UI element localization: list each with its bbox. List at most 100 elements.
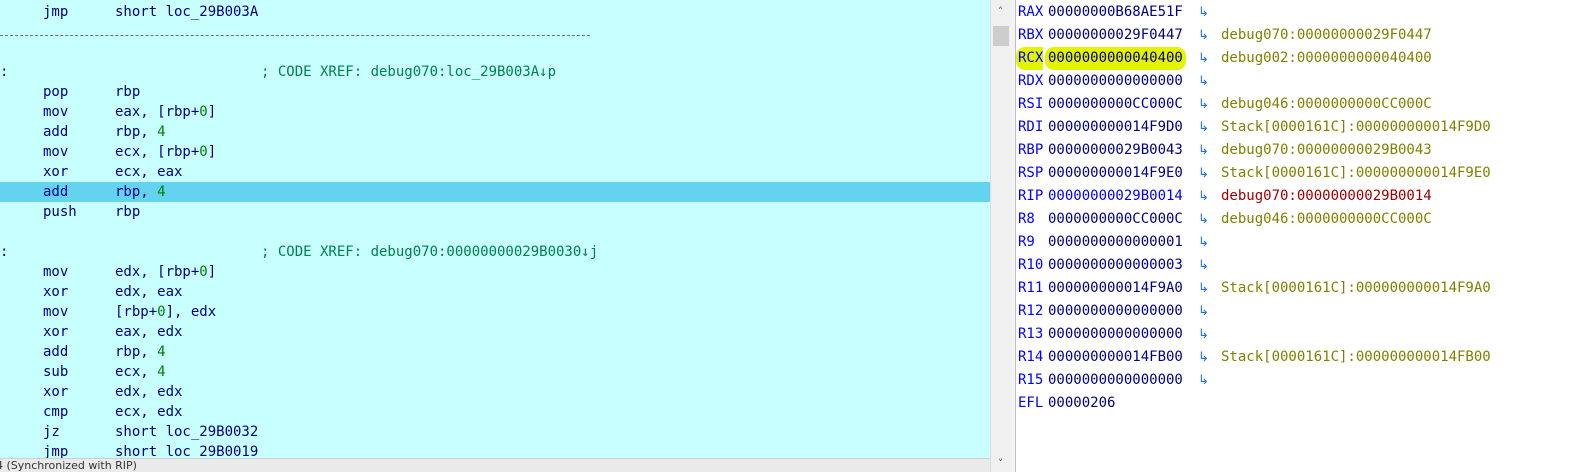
jump-arrow-icon[interactable]: ↳ [1198,277,1209,300]
disassembly-view[interactable]: jmp short loc_29B003A: ; CODE XREF: debug0… [0,0,990,472]
register-value[interactable]: 000000000014F9A0 [1048,277,1183,300]
jump-arrow-icon[interactable]: ↳ [1198,1,1209,24]
instruction-mnemonic[interactable]: xor [43,322,68,342]
scroll-down-icon[interactable]: ˅ [991,455,1010,472]
instruction-mnemonic[interactable]: sub [43,362,68,382]
register-reference[interactable]: Stack[0000161C]:000000000014F9E0 [1221,162,1491,185]
instruction-line[interactable]: cmp ecx, edx [0,402,990,422]
instruction-operand[interactable]: [rbp+0], edx [115,302,216,322]
jump-arrow-icon[interactable]: ↳ [1198,70,1209,93]
register-value[interactable]: 000000000014F9E0 [1048,162,1183,185]
register-value[interactable]: 0000000000000000 [1048,369,1183,392]
jump-arrow-icon[interactable]: ↳ [1198,24,1209,47]
instruction-operand[interactable]: edx, edx [115,382,182,402]
instruction-mnemonic[interactable]: add [43,122,68,142]
register-value[interactable]: 00000000029B0043 [1048,139,1183,162]
instruction-operand[interactable]: edx, [rbp+0] [115,262,216,282]
jump-arrow-icon[interactable]: ↳ [1198,254,1209,277]
disassembly-listing[interactable]: jmp short loc_29B003A: ; CODE XREF: debug0… [0,2,990,462]
instruction-mnemonic[interactable]: xor [43,382,68,402]
instruction-operand[interactable]: ecx, edx [115,402,182,422]
jump-arrow-icon[interactable]: ↳ [1198,93,1209,116]
instruction-line[interactable]: jz short loc_29B0032 [0,422,990,442]
scrollbar-thumb[interactable] [993,26,1009,46]
register-value[interactable]: 00000206 [1048,392,1115,415]
jump-arrow-icon[interactable]: ↳ [1198,346,1209,369]
instruction-operand[interactable]: ecx, [rbp+0] [115,142,216,162]
register-value[interactable]: 000000000014FB00 [1048,346,1183,369]
jump-arrow-icon[interactable]: ↳ [1198,139,1209,162]
instruction-mnemonic[interactable]: xor [43,282,68,302]
instruction-operand[interactable]: short loc_29B0032 [115,422,258,442]
register-row-efl[interactable]: EFL 00000206 [1016,392,1570,415]
instruction-line[interactable]: mov ecx, [rbp+0] [0,142,990,162]
register-value[interactable]: 00000000029B0014 [1048,185,1183,208]
instruction-line[interactable]: sub ecx, 4 [0,362,990,382]
instruction-line[interactable]: mov edx, [rbp+0] [0,262,990,282]
instruction-operand[interactable]: rbp, 4 [115,342,166,362]
instruction-mnemonic[interactable]: add [43,342,68,362]
register-reference[interactable]: Stack[0000161C]:000000000014F9A0 [1221,277,1491,300]
instruction-mnemonic[interactable]: xor [43,162,68,182]
disassembly-vertical-scrollbar[interactable]: ˄ ˅ [990,0,1010,472]
instruction-line[interactable]: xor ecx, eax [0,162,990,182]
register-reference[interactable]: debug046:0000000000CC000C [1221,93,1432,116]
instruction-line[interactable]: add rbp, 4 [0,182,990,202]
instruction-mnemonic[interactable]: add [43,182,68,202]
instruction-line[interactable]: xor edx, eax [0,282,990,302]
jump-arrow-icon[interactable]: ↳ [1198,369,1209,392]
xref-comment[interactable]: ; CODE XREF: debug070:00000000029B0030↓j [261,242,598,262]
instruction-operand[interactable]: eax, edx [115,322,182,342]
register-row-r14[interactable]: R14 000000000014FB00 ↳ Stack[0000161C]:0000… [1016,346,1570,369]
xref-comment[interactable]: ; CODE XREF: debug070:loc_29B003A↓p [261,62,556,82]
instruction-mnemonic[interactable]: push [43,202,77,222]
register-reference[interactable]: debug070:00000000029F0447 [1221,24,1432,47]
register-value[interactable]: 000000000014F9D0 [1048,116,1183,139]
register-row-rbx[interactable]: RBX 00000000029F0447 ↳ debug070:00000000029… [1016,24,1570,47]
jump-arrow-icon[interactable]: ↳ [1198,47,1209,70]
register-value[interactable]: 0000000000CC000C [1048,93,1183,116]
register-row-r8[interactable]: R8 0000000000CC000C ↳ debug046:0000000000CC… [1016,208,1570,231]
register-value[interactable]: 0000000000000000 [1048,70,1183,93]
register-reference[interactable]: debug046:0000000000CC000C [1221,208,1432,231]
instruction-line[interactable]: add rbp, 4 [0,122,990,142]
register-value[interactable]: 0000000000040400 [1045,47,1186,70]
register-reference[interactable]: debug070:00000000029B0043 [1221,139,1432,162]
instruction-operand[interactable]: short loc_29B003A [115,2,258,22]
instruction-operand[interactable]: edx, eax [115,282,182,302]
register-reference[interactable]: Stack[0000161C]:000000000014FB00 [1221,346,1491,369]
jump-arrow-icon[interactable]: ↳ [1198,231,1209,254]
instruction-mnemonic[interactable]: jmp [43,2,68,22]
instruction-operand[interactable]: rbp, 4 [115,122,166,142]
instruction-operand[interactable]: rbp [115,202,140,222]
instruction-operand[interactable]: ecx, 4 [115,362,166,382]
instruction-operand[interactable]: rbp, 4 [115,182,166,202]
register-row-r9[interactable]: R9 0000000000000001 ↳ [1016,231,1570,254]
register-row-rip[interactable]: RIP 00000000029B0014 ↳ debug070:00000000029… [1016,185,1570,208]
instruction-operand[interactable]: rbp [115,82,140,102]
register-row-rsp[interactable]: RSP 000000000014F9E0 ↳ Stack[0000161C]:0000… [1016,162,1570,185]
instruction-mnemonic[interactable]: mov [43,142,68,162]
jump-arrow-icon[interactable]: ↳ [1198,185,1209,208]
register-value[interactable]: 0000000000000001 [1048,231,1183,254]
register-row-r12[interactable]: R12 0000000000000000 ↳ [1016,300,1570,323]
jump-arrow-icon[interactable]: ↳ [1198,116,1209,139]
instruction-mnemonic[interactable]: cmp [43,402,68,422]
register-value[interactable]: 00000000B68AE51F [1048,1,1183,24]
register-row-rax[interactable]: RAX 00000000B68AE51F ↳ [1016,1,1570,24]
register-reference[interactable]: debug070:00000000029B0014 [1221,185,1432,208]
register-row-rdx[interactable]: RDX 0000000000000000 ↳ [1016,70,1570,93]
register-reference[interactable]: Stack[0000161C]:000000000014F9D0 [1221,116,1491,139]
register-row-r13[interactable]: R13 0000000000000000 ↳ [1016,323,1570,346]
register-row-rcx[interactable]: RCX 0000000000040400 ↳ debug002:00000000000… [1016,47,1570,70]
instruction-line[interactable]: pop rbp [0,82,990,102]
register-value[interactable]: 0000000000CC000C [1048,208,1183,231]
instruction-line[interactable]: mov [rbp+0], edx [0,302,990,322]
register-value[interactable]: 0000000000000000 [1048,300,1183,323]
instruction-mnemonic[interactable]: pop [43,82,68,102]
instruction-line[interactable]: add rbp, 4 [0,342,990,362]
register-row-r11[interactable]: R11 000000000014F9A0 ↳ Stack[0000161C]:0000… [1016,277,1570,300]
instruction-line[interactable]: xor eax, edx [0,322,990,342]
jump-arrow-icon[interactable]: ↳ [1198,300,1209,323]
instruction-line[interactable]: push rbp [0,202,990,222]
